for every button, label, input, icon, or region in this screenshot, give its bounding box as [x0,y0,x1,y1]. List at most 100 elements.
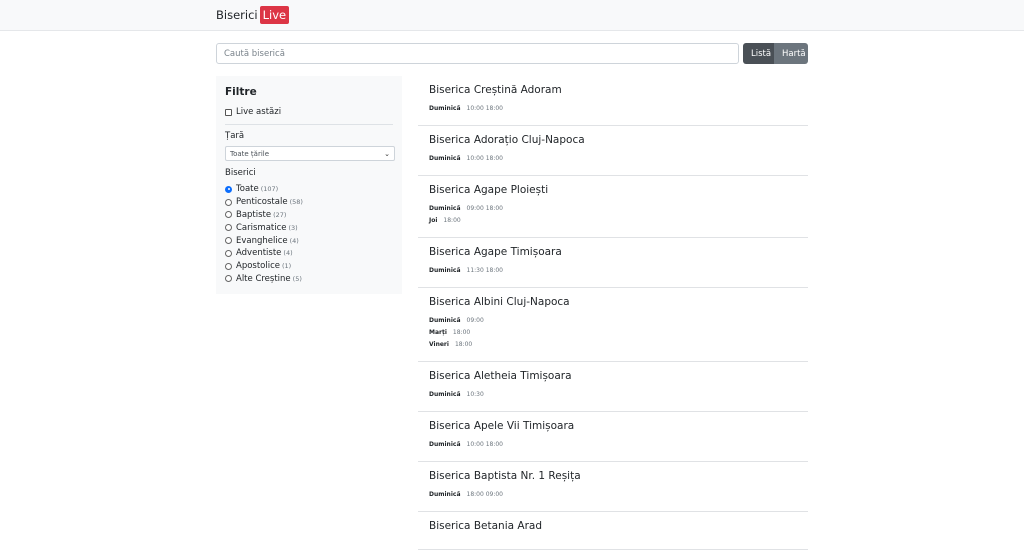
denomination-option[interactable]: Penticostale (58) [225,196,393,209]
divider [225,124,393,125]
schedule-times: 10:30 [466,391,484,398]
schedule-day: Duminică [429,441,461,448]
schedule-day: Duminică [429,317,461,324]
map-view-button[interactable]: Hartă [774,43,808,64]
schedule-day: Duminică [429,205,461,212]
schedule-row: Duminică 10:00 18:00 [429,155,797,162]
church-name[interactable]: Biserica Albini Cluj-Napoca [429,296,797,308]
option-count: (4) [289,236,299,245]
church-name[interactable]: Biserica Creștină Adoram [429,84,797,96]
church-list-item[interactable]: Biserica Agape Timișoara Duminică 11:30 18… [418,238,808,288]
schedule-row: Duminică 10:00 18:00 [429,441,797,448]
option-count: (4) [283,249,293,258]
schedule-row: Duminică 10:00 18:00 [429,105,797,112]
radio-button[interactable] [225,198,232,206]
brand-logo[interactable]: Biserici Live [216,6,290,24]
church-list-item[interactable]: Biserica Albini Cluj-Napoca Duminică 09:00… [418,288,808,362]
schedule-times: 10:00 18:00 [466,441,504,448]
schedule-row: Duminică 18:00 09:00 [429,491,797,498]
filters-title: Filtre [225,86,257,98]
live-badge: Live [259,6,290,24]
country-label: Țară [225,131,245,141]
option-label: Penticostale [236,197,288,208]
option-count: (1) [282,262,292,271]
church-name[interactable]: Biserica Aletheia Timișoara [429,370,797,382]
search-input[interactable] [216,43,739,64]
denomination-radio-group: Toate (107) Penticostale (58) Baptiste (27) Ca… [225,183,393,285]
live-today-checkbox[interactable] [225,108,232,116]
schedule-times: 11:30 18:00 [466,267,504,274]
radio-button[interactable] [225,185,232,193]
country-selected-value: Toate țările [230,149,270,158]
option-count: (5) [292,274,302,283]
schedule-times: 10:00 18:00 [466,155,504,162]
option-label: Carismatice [236,222,287,233]
schedule-row: Joi 18:00 [429,217,797,224]
schedule-day: Vineri [429,341,449,348]
denomination-option[interactable]: Alte Creștine (5) [225,273,393,286]
filters-panel: Filtre Live astăzi Țară Toate țările ⌄ B… [216,76,402,294]
church-name[interactable]: Biserica Agape Ploiești [429,184,797,196]
radio-button[interactable] [225,211,232,219]
church-list-item[interactable]: Biserica Apele Vii Timișoara Duminică 10:0… [418,412,808,462]
denomination-option[interactable]: Toate (107) [225,183,393,196]
schedule-day: Marți [429,329,447,336]
schedule-day: Duminică [429,267,461,274]
schedule-times: 09:00 18:00 [466,205,504,212]
churches-label: Biserici [225,168,256,178]
church-list-item[interactable]: Biserica Creștină Adoram Duminică 10:00 18… [418,76,808,126]
schedule-day: Duminică [429,105,461,112]
radio-button[interactable] [225,275,232,283]
option-count: (58) [289,198,303,207]
option-count: (3) [288,223,298,232]
church-list-item[interactable]: Biserica Aletheia Timișoara Duminică 10:30 [418,362,808,412]
schedule-row: Duminică 10:30 [429,391,797,398]
option-label: Evanghelice [236,235,288,246]
live-today-filter[interactable]: Live astăzi [225,107,393,117]
radio-button[interactable] [225,262,232,270]
church-name[interactable]: Biserica Agape Timișoara [429,246,797,258]
church-list-item[interactable]: Biserica Betania Arad [418,512,808,550]
church-name[interactable]: Biserica Baptista Nr. 1 Reșița [429,470,797,482]
church-list: Biserica Creștină Adoram Duminică 10:00 18… [418,76,808,550]
schedule-times: 18:00 [454,341,473,348]
view-toggle: Listă Hartă [743,43,808,64]
navbar: Biserici Live [0,0,1024,31]
radio-button[interactable] [225,249,232,257]
church-list-item[interactable]: Biserica Agape Ploiești Duminică 09:00 18:… [418,176,808,238]
schedule-times: 18:00 [452,329,471,336]
country-select[interactable]: Toate țările ⌄ [225,146,395,161]
radio-button[interactable] [225,237,232,245]
schedule-day: Duminică [429,391,461,398]
schedule-row: Vineri 18:00 [429,341,797,348]
schedule-row: Marți 18:00 [429,329,797,336]
denomination-option[interactable]: Baptiste (27) [225,209,393,222]
option-label: Baptiste [236,209,272,220]
schedule-row: Duminică 09:00 [429,317,797,324]
list-view-button[interactable]: Listă [743,43,774,64]
chevron-down-icon: ⌄ [384,149,390,158]
schedule-day: Duminică [429,491,461,498]
radio-button[interactable] [225,224,232,232]
church-name[interactable]: Biserica Apele Vii Timișoara [429,420,797,432]
schedule-day: Joi [429,217,438,224]
church-name[interactable]: Biserica Betania Arad [429,520,797,532]
option-label: Adventiste [236,248,282,259]
schedule-row: Duminică 11:30 18:00 [429,267,797,274]
option-count: (27) [273,210,287,219]
church-name[interactable]: Biserica Adorațio Cluj-Napoca [429,134,797,146]
denomination-option[interactable]: Apostolice (1) [225,260,393,273]
denomination-option[interactable]: Evanghelice (4) [225,234,393,247]
option-label: Alte Creștine [236,273,291,284]
live-today-label: Live astăzi [236,107,282,117]
denomination-option[interactable]: Adventiste (4) [225,247,393,260]
option-label: Apostolice [236,261,280,272]
schedule-times: 09:00 [466,317,484,324]
church-list-item[interactable]: Biserica Adorațio Cluj-Napoca Duminică 10:… [418,126,808,176]
option-count: (107) [260,185,279,194]
schedule-times: 10:00 18:00 [466,105,504,112]
schedule-times: 18:00 09:00 [466,491,504,498]
schedule-day: Duminică [429,155,461,162]
denomination-option[interactable]: Carismatice (3) [225,221,393,234]
church-list-item[interactable]: Biserica Baptista Nr. 1 Reșița Duminică 18… [418,462,808,512]
